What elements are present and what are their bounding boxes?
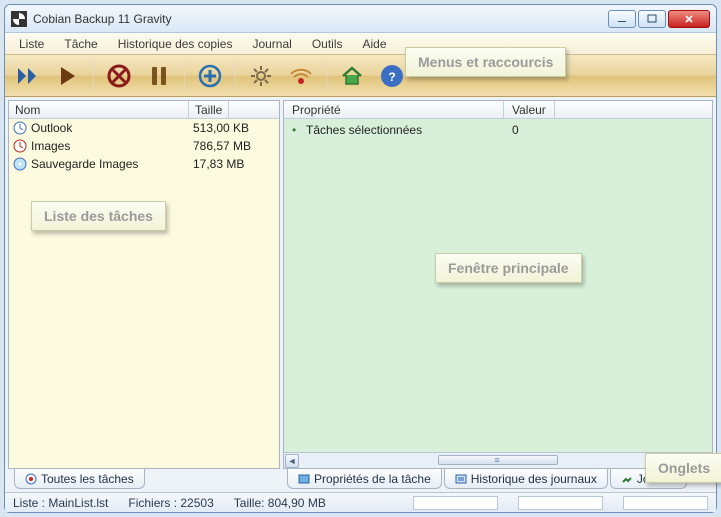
statusbar: Liste : MainList.lst Fichiers : 22503 Ta… (5, 492, 716, 512)
task-size: 513,00 KB (193, 121, 249, 135)
col-property[interactable]: Propriété (284, 101, 504, 118)
tab-label: Propriétés de la tâche (314, 472, 431, 486)
titlebar[interactable]: Cobian Backup 11 Gravity (5, 5, 716, 33)
task-name: Outlook (31, 121, 189, 135)
properties-header: Propriété Valeur (284, 101, 712, 119)
task-size: 786,57 MB (193, 139, 251, 153)
tasks-icon (25, 473, 37, 485)
abort-button[interactable] (104, 61, 134, 91)
app-icon (11, 11, 27, 27)
run-all-button[interactable] (13, 61, 43, 91)
home-button[interactable] (337, 61, 367, 91)
task-row[interactable]: Sauvegarde Images 17,83 MB (9, 155, 279, 173)
status-files: Fichiers : 22503 (128, 496, 213, 510)
journal-icon (621, 473, 633, 485)
tab-log-history[interactable]: Historique des journaux (444, 469, 608, 489)
properties-pane[interactable]: Propriété Valeur • Tâches sélectionnées … (283, 100, 713, 469)
menu-outils[interactable]: Outils (304, 35, 351, 53)
clock-red-icon (13, 139, 27, 153)
task-row[interactable]: Images 786,57 MB (9, 137, 279, 155)
close-button[interactable] (668, 10, 710, 28)
task-list[interactable]: Nom Taille Outlook 513,00 KB Images 786,… (8, 100, 280, 469)
tab-label: Historique des journaux (471, 472, 597, 486)
menu-historique[interactable]: Historique des copies (110, 35, 241, 53)
col-name[interactable]: Nom (9, 101, 189, 118)
task-row[interactable]: Outlook 513,00 KB (9, 119, 279, 137)
status-pane (623, 496, 708, 510)
clock-icon (13, 121, 27, 135)
property-key: Tâches sélectionnées (306, 123, 512, 137)
bullet-icon: • (292, 123, 306, 137)
maximize-button[interactable] (638, 10, 666, 28)
left-tabs: Toutes les tâches (8, 469, 280, 489)
tab-journal[interactable]: Journal (610, 469, 687, 489)
task-size: 17,83 MB (193, 157, 244, 171)
svg-text:?: ? (388, 70, 395, 84)
remote-button[interactable] (286, 61, 316, 91)
task-name: Sauvegarde Images (31, 157, 189, 171)
menu-aide[interactable]: Aide (355, 35, 395, 53)
status-size: Taille: 804,90 MB (234, 496, 326, 510)
tab-task-properties[interactable]: Propriétés de la tâche (287, 469, 442, 489)
minimize-button[interactable] (608, 10, 636, 28)
left-panel: Nom Taille Outlook 513,00 KB Images 786,… (8, 100, 280, 489)
menu-tache[interactable]: Tâche (56, 35, 105, 53)
status-pane (518, 496, 603, 510)
disc-icon (13, 157, 27, 171)
window-title: Cobian Backup 11 Gravity (33, 12, 172, 26)
scroll-right-arrow[interactable]: ► (682, 454, 696, 468)
run-selected-button[interactable] (53, 61, 83, 91)
content-area: Nom Taille Outlook 513,00 KB Images 786,… (5, 97, 716, 492)
history-icon (455, 473, 467, 485)
horizontal-scrollbar[interactable]: ◄ ≡ ► (284, 452, 712, 468)
task-name: Images (31, 139, 189, 153)
status-list: Liste : MainList.lst (13, 496, 108, 510)
right-panel: Propriété Valeur • Tâches sélectionnées … (283, 100, 713, 489)
property-value: 0 (512, 123, 519, 137)
menu-liste[interactable]: Liste (11, 35, 52, 53)
menu-journal[interactable]: Journal (244, 35, 299, 53)
task-list-header: Nom Taille (9, 101, 279, 119)
tab-all-tasks[interactable]: Toutes les tâches (14, 469, 145, 489)
tab-label: Journal (637, 472, 676, 486)
status-pane (413, 496, 498, 510)
settings-button[interactable] (246, 61, 276, 91)
col-size[interactable]: Taille (189, 101, 229, 118)
new-task-button[interactable] (195, 61, 225, 91)
scroll-thumb[interactable]: ≡ (438, 455, 558, 465)
toolbar: ? (5, 55, 716, 97)
menubar: Liste Tâche Historique des copies Journa… (5, 33, 716, 55)
right-tabs: Propriétés de la tâche Historique des jo… (283, 469, 713, 489)
col-value[interactable]: Valeur (504, 101, 555, 118)
pause-button[interactable] (144, 61, 174, 91)
app-window: Cobian Backup 11 Gravity Liste Tâche His… (4, 4, 717, 513)
scroll-left-arrow[interactable]: ◄ (285, 454, 299, 468)
resize-grip[interactable] (697, 454, 711, 468)
property-row: • Tâches sélectionnées 0 (284, 119, 712, 141)
properties-icon (298, 473, 310, 485)
tab-label: Toutes les tâches (41, 472, 134, 486)
help-button[interactable]: ? (377, 61, 407, 91)
